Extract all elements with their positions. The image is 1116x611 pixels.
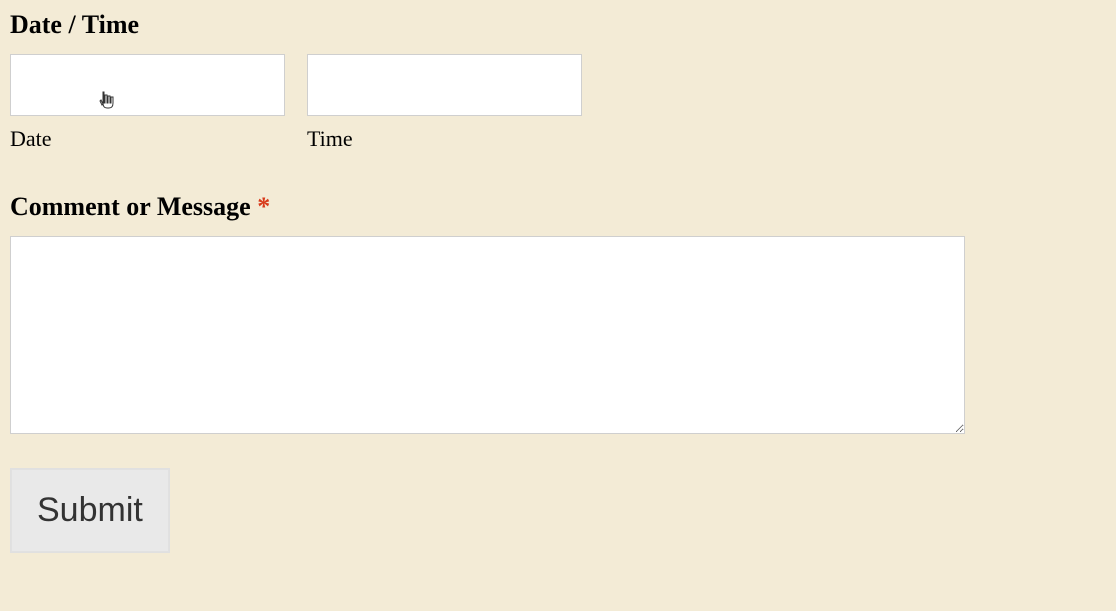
message-textarea[interactable] [10, 236, 965, 434]
comment-heading-text: Comment or Message [10, 192, 257, 221]
date-label: Date [10, 126, 285, 152]
submit-button[interactable]: Submit [10, 468, 170, 553]
time-input[interactable] [307, 54, 582, 116]
comment-heading: Comment or Message * [10, 192, 1106, 222]
required-asterisk: * [257, 192, 270, 221]
time-field-col: Time [307, 54, 582, 152]
datetime-row: Date Time [10, 54, 1106, 152]
date-field-col: Date [10, 54, 285, 152]
datetime-heading: Date / Time [10, 10, 1106, 40]
time-label: Time [307, 126, 582, 152]
form-container: Date / Time Date Time Comment or Message… [10, 10, 1106, 553]
date-input[interactable] [10, 54, 285, 116]
